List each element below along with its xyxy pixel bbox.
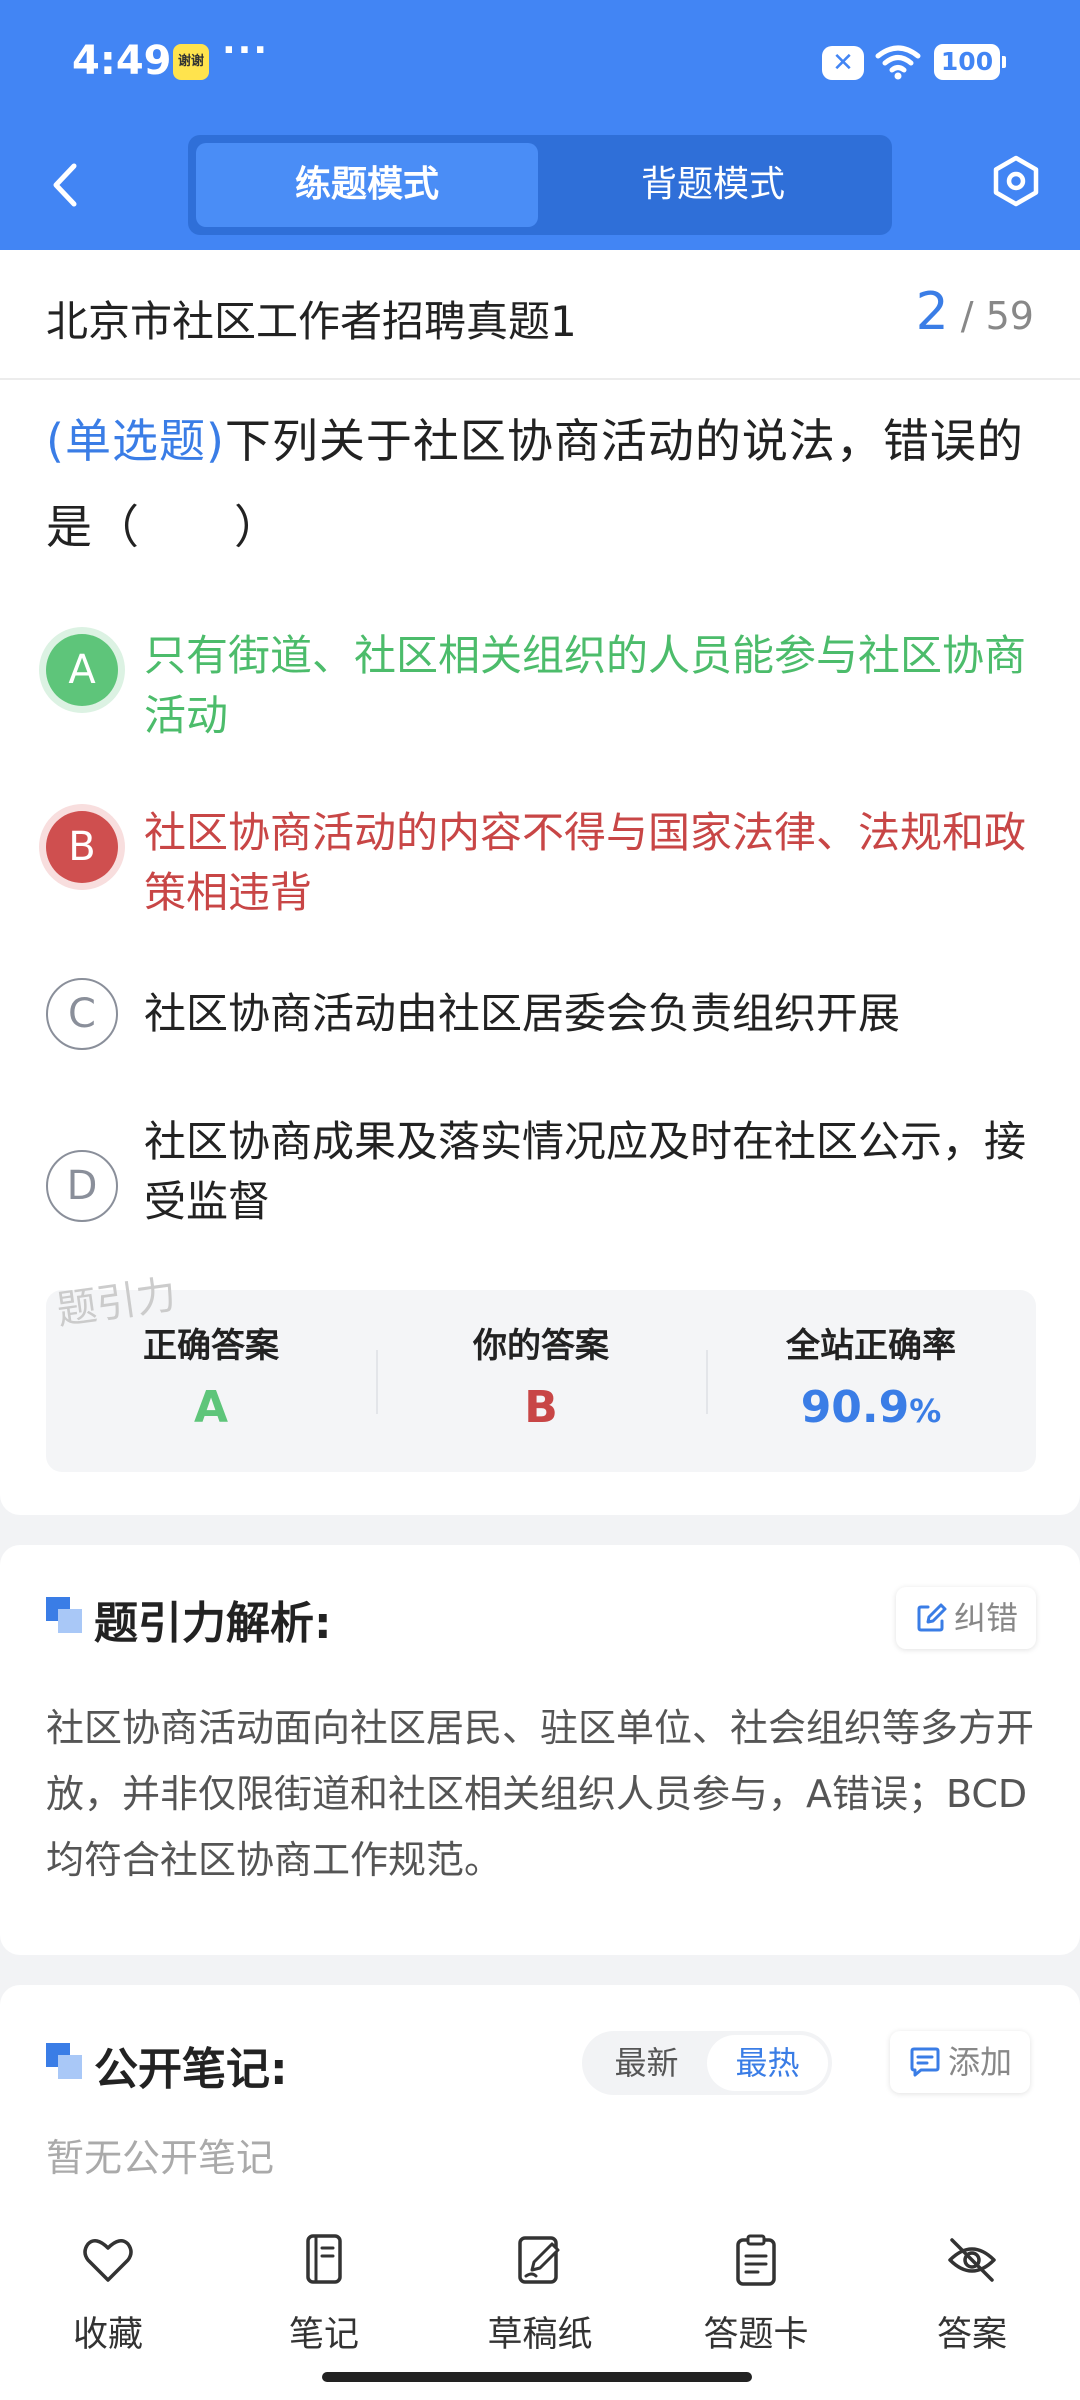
heart-icon — [83, 2239, 133, 2282]
stat-your-answer: 你的答案 B — [376, 1290, 706, 1472]
analysis-title: 题引力解析: — [94, 1598, 332, 1649]
option-a-text: 只有街道、社区相关组织的人员能参与社区协商活动 — [144, 631, 1027, 740]
option-d-circle: D — [46, 1150, 118, 1222]
app-notification-icon: 谢谢 — [173, 44, 209, 80]
question-header: 北京市社区工作者招聘真题1 2 / 59 — [0, 250, 1080, 380]
notes-label: 笔记 — [288, 2315, 359, 2355]
stat-rate-value: 90.9% — [706, 1382, 1036, 1433]
option-b-circle: B — [46, 811, 118, 883]
notes-title: 公开笔记: — [94, 2044, 288, 2095]
answer-stats: 正确答案 A 你的答案 B 全站正确率 90.9% — [46, 1290, 1036, 1472]
stat-rate-number: 90.9 — [800, 1382, 910, 1433]
status-bar: 4:49 谢谢 ··· ✕ 100 — [0, 0, 1080, 125]
add-note-button[interactable]: 添加 — [890, 2031, 1031, 2093]
top-header: 4:49 谢谢 ··· ✕ 100 练题模式 背题模式 — [0, 0, 1080, 250]
notebook-icon — [306, 2234, 342, 2284]
status-time: 4:49 — [72, 38, 172, 84]
notes-empty-text: 暂无公开笔记 — [46, 2136, 275, 2180]
question-counter: 2 / 59 — [916, 282, 1034, 342]
question-card: 北京市社区工作者招聘真题1 2 / 59 (单选题)下列关于社区协商活动的说法，… — [0, 250, 1080, 1515]
clipboard-icon — [736, 2234, 776, 2286]
tab-memorize-mode[interactable]: 背题模式 — [542, 143, 884, 227]
dnd-icon: ✕ — [822, 46, 864, 80]
stat-rate-unit: % — [909, 1392, 942, 1430]
favorite-label: 收藏 — [72, 2315, 143, 2355]
nav-bar: 练题模式 背题模式 — [0, 125, 1080, 250]
draft-paper-label: 草稿纸 — [487, 2315, 593, 2355]
more-notifications-icon: ··· — [222, 30, 270, 71]
answer-sheet-label: 答题卡 — [703, 2315, 809, 2355]
current-question-number: 2 — [915, 282, 949, 342]
draft-paper-button[interactable]: 草稿纸 — [432, 2222, 648, 2362]
option-b-text: 社区协商活动的内容不得与国家法律、法规和政策相违背 — [144, 808, 1027, 917]
answer-sheet-button[interactable]: 答题卡 — [648, 2222, 864, 2362]
home-indicator[interactable] — [322, 2372, 752, 2382]
total-questions: / 59 — [960, 294, 1034, 338]
favorite-button[interactable]: 收藏 — [0, 2222, 216, 2362]
option-a-circle: A — [46, 634, 118, 706]
section-icon — [46, 2043, 82, 2079]
back-icon[interactable] — [44, 160, 88, 210]
comment-icon — [910, 2047, 940, 2077]
paper-title: 北京市社区工作者招聘真题1 — [46, 297, 577, 346]
bottom-toolbar: 收藏 笔记 草稿纸 答题卡 答案 — [0, 2200, 1080, 2400]
settings-icon[interactable] — [990, 155, 1042, 207]
stat-yours-value: B — [524, 1382, 558, 1433]
question-stem: (单选题)下列关于社区协商活动的说法，错误的是（ ） — [46, 398, 1036, 570]
report-error-label: 纠错 — [954, 1599, 1019, 1637]
option-c-text: 社区协商活动由社区居委会负责组织开展 — [144, 989, 901, 1038]
show-answer-label: 答案 — [936, 2315, 1007, 2355]
wifi-icon — [875, 45, 921, 80]
analysis-card: 题引力解析: 纠错 社区协商活动面向社区居民、驻区单位、社会组织等多方开放，并非… — [0, 1545, 1080, 1955]
battery-icon: 100 — [934, 44, 1006, 80]
report-error-button[interactable]: 纠错 — [896, 1587, 1037, 1649]
option-c-circle: C — [46, 978, 118, 1050]
option-d-text: 社区协商成果及落实情况应及时在社区公示，接受监督 — [144, 1117, 1027, 1226]
stat-accuracy: 全站正确率 90.9% — [706, 1290, 1036, 1472]
notes-sort-toggle: 最新 最热 — [582, 2031, 832, 2095]
sort-hottest-tab[interactable]: 最热 — [707, 2035, 828, 2091]
stat-rate-label: 全站正确率 — [786, 1326, 956, 1366]
notes-button[interactable]: 笔记 — [216, 2222, 432, 2362]
draft-pen-icon — [518, 2236, 560, 2284]
section-icon — [46, 1597, 82, 1633]
mode-toggle: 练题模式 背题模式 — [188, 135, 892, 235]
stat-yours-label: 你的答案 — [473, 1326, 609, 1366]
eye-off-icon — [948, 2238, 996, 2282]
edit-icon — [917, 1603, 947, 1632]
analysis-body: 社区协商活动面向社区居民、驻区单位、社会组织等多方开放，并非仅限街道和社区相关组… — [46, 1706, 1035, 1882]
tab-practice-mode[interactable]: 练题模式 — [196, 143, 538, 227]
question-type: (单选题) — [46, 414, 225, 468]
stat-correct-value: A — [193, 1382, 229, 1433]
add-note-label: 添加 — [948, 2043, 1013, 2081]
show-answer-button[interactable]: 答案 — [864, 2222, 1080, 2362]
sort-newest-tab[interactable]: 最新 — [586, 2035, 707, 2091]
